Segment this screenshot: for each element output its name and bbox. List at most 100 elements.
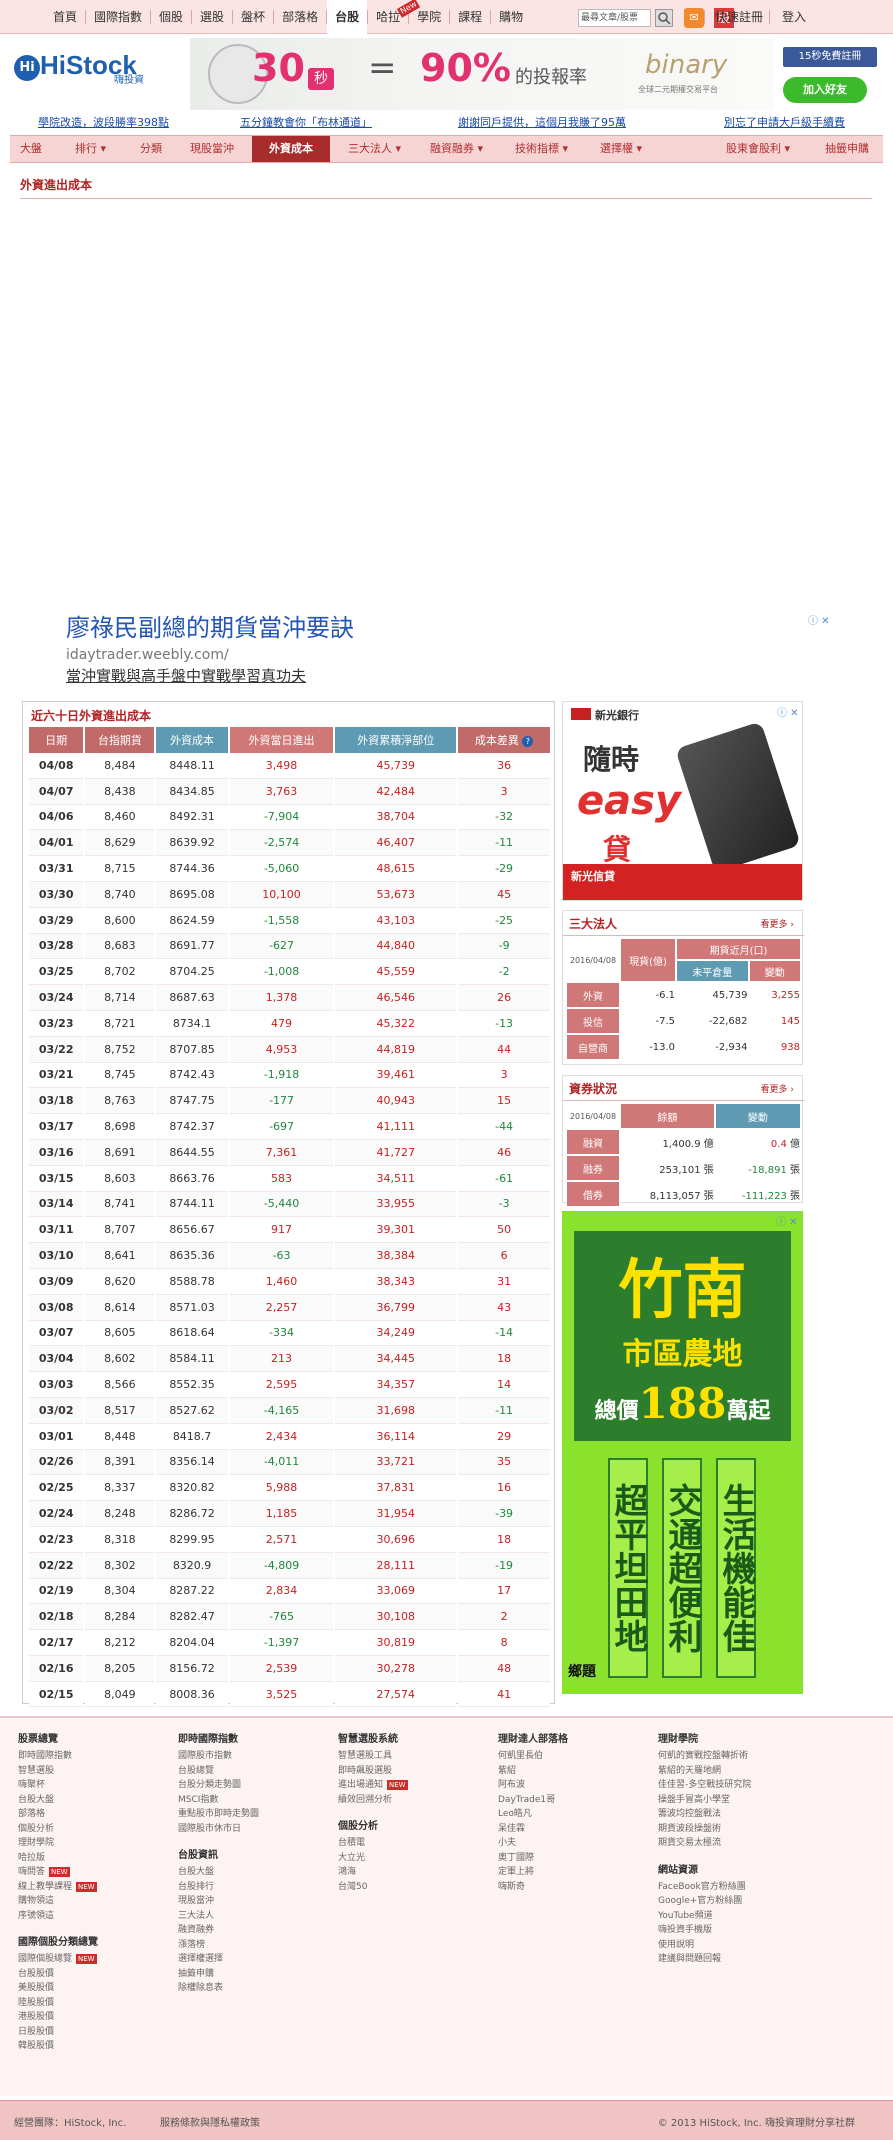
footer-link[interactable]: 使用說明	[658, 1938, 751, 1953]
footer-link[interactable]: FaceBook官方粉絲團	[658, 1880, 751, 1895]
footer-link[interactable]: 美股股價	[18, 1981, 98, 1996]
footer-link[interactable]: 台積電	[338, 1836, 408, 1851]
line-add-friend-button[interactable]: 加入好友	[783, 77, 867, 103]
footer-link[interactable]: 除權除息表	[178, 1981, 259, 1996]
footer-link[interactable]: 何凱里長伯	[498, 1749, 568, 1764]
footer-link[interactable]: 台股大盤	[18, 1793, 98, 1808]
ad-choices-icon[interactable]: ⓘ ✕	[776, 1213, 798, 1228]
footer-link[interactable]: 三大法人	[178, 1909, 259, 1924]
subnav-options[interactable]: 選擇權 ▾	[600, 136, 642, 162]
nav-stock[interactable]: 個股	[151, 0, 191, 34]
headline-link[interactable]: 謝謝同戶提供，這個月我賺了95萬	[458, 114, 626, 130]
footer-link[interactable]: 台股總覽	[178, 1764, 259, 1779]
footer-link[interactable]: 期貨波段操盤術	[658, 1822, 751, 1837]
footer-link[interactable]: 抽籤申購	[178, 1967, 259, 1982]
footer-link[interactable]: 定軍上將	[498, 1865, 568, 1880]
footer-link[interactable]: YouTube頻道	[658, 1909, 751, 1924]
footer-link[interactable]: 國際股市休市日	[178, 1822, 259, 1837]
login-link[interactable]: 登入	[770, 0, 818, 34]
footer-link[interactable]: 鴻海	[338, 1865, 408, 1880]
headline-link[interactable]: 別忘了申請大戶級手續費	[724, 114, 845, 130]
footer-link[interactable]: 台灣50	[338, 1880, 408, 1895]
footer-link[interactable]: 台股分類走勢圖	[178, 1778, 259, 1793]
footer-link[interactable]: 即時飆股選股	[338, 1764, 408, 1779]
footer-link[interactable]: 奧丁國際	[498, 1851, 568, 1866]
footer-link[interactable]: 購物領這	[18, 1894, 98, 1909]
footer-link[interactable]: 嗨聚杯	[18, 1778, 98, 1793]
footer-link[interactable]: 佳佳習-多空戰技研究院	[658, 1778, 751, 1793]
footer-link[interactable]: 嗨投資手機版	[658, 1923, 751, 1938]
register-link[interactable]: 快速註冊	[709, 0, 769, 34]
footer-link[interactable]: 國際股市指數	[178, 1749, 259, 1764]
subnav-ranking[interactable]: 排行 ▾	[75, 136, 106, 162]
footer-link[interactable]: 期貨交易太極流	[658, 1836, 751, 1851]
footer-link[interactable]: 理財學院	[18, 1836, 98, 1851]
subnav-category[interactable]: 分類	[140, 136, 162, 162]
footer-link[interactable]: 何凱的實戰控盤轉折術	[658, 1749, 751, 1764]
ad-description[interactable]: 當沖實戰與高手盤中實戰學習真功夫	[66, 665, 354, 686]
footer-link[interactable]: 小夫	[498, 1836, 568, 1851]
real-estate-ad[interactable]: ⓘ ✕ 竹南 市區農地 總價188萬起 超平坦田地 交通超便利 生活機能佳 鄉題	[562, 1211, 803, 1694]
subnav-technical[interactable]: 技術指標 ▾	[515, 136, 568, 162]
footer-link[interactable]: 績效回溯分析	[338, 1793, 408, 1808]
footer-link[interactable]: 部落格	[18, 1807, 98, 1822]
search-input[interactable]: 最尋文章/股票	[578, 9, 651, 27]
nav-screener[interactable]: 選股	[192, 0, 232, 34]
nav-cup[interactable]: 盤杯	[233, 0, 273, 34]
footer-link[interactable]: 融資融券	[178, 1923, 259, 1938]
nav-academy[interactable]: 學院	[409, 0, 449, 34]
footer-link[interactable]: 選擇權選擇	[178, 1952, 259, 1967]
footer-link[interactable]: 智慧選股	[18, 1764, 98, 1779]
terms-link[interactable]: 服務條款與隱私權政策	[160, 2114, 260, 2129]
footer-link[interactable]: 智慧選股工具	[338, 1749, 408, 1764]
footer-link[interactable]: 現股當沖	[178, 1894, 259, 1909]
footer-link[interactable]: 進出場通知 NEW	[338, 1778, 408, 1793]
site-logo[interactable]: Hi HiStock 嗨投資	[14, 47, 164, 97]
nav-home[interactable]: 首頁	[45, 0, 85, 34]
search-icon[interactable]	[655, 9, 673, 27]
subnav-margin[interactable]: 融資融券 ▾	[430, 136, 483, 162]
institutional-more-link[interactable]: 看更多 ›	[761, 917, 794, 930]
footer-link[interactable]: 陸股股價	[18, 1996, 98, 2011]
footer-link[interactable]: 線上教學課程 NEW	[18, 1880, 98, 1895]
footer-link[interactable]: 紫紹的天羅地網	[658, 1764, 751, 1779]
footer-link[interactable]: 港股股價	[18, 2010, 98, 2025]
footer-link[interactable]: 台股排行	[178, 1880, 259, 1895]
nav-shop[interactable]: 購物	[491, 0, 531, 34]
subnav-foreign-cost[interactable]: 外資成本	[252, 136, 330, 162]
footer-link[interactable]: Google+官方粉絲團	[658, 1894, 751, 1909]
help-icon[interactable]: ?	[522, 736, 534, 747]
footer-link[interactable]: 呆佳霖	[498, 1822, 568, 1837]
text-ad[interactable]: 廖祿民副總的期貨當沖要訣 idaytrader.weebly.com/ 當沖實戰…	[66, 608, 354, 686]
footer-link[interactable]: 建議與問題回報	[658, 1952, 751, 1967]
footer-link[interactable]: 漲落榜	[178, 1938, 259, 1953]
footer-link[interactable]: 重點股市即時走勢圖	[178, 1807, 259, 1822]
footer-link[interactable]: 嗨問答 NEW	[18, 1865, 98, 1880]
facebook-register-button[interactable]: 15秒免費註冊	[783, 47, 877, 67]
footer-link[interactable]: 台股股價	[18, 1967, 98, 1982]
footer-link[interactable]: 籌波均控盤戰法	[658, 1807, 751, 1822]
nav-taiwan-stock[interactable]: 台股	[327, 0, 368, 34]
headline-link[interactable]: 學院改造，波段勝率398點	[38, 114, 169, 130]
footer-link[interactable]: 日股股價	[18, 2025, 98, 2040]
footer-link[interactable]: 紫紹	[498, 1764, 568, 1779]
footer-link[interactable]: 序號領這	[18, 1909, 98, 1924]
nav-blog[interactable]: 部落格	[274, 0, 326, 34]
footer-link[interactable]: DayTrade1哥	[498, 1793, 568, 1808]
ad-choices-icon[interactable]: ⓘ ✕	[808, 612, 836, 627]
nav-hala[interactable]: 哈拉 New	[368, 0, 421, 34]
footer-link[interactable]: 即時國際指數	[18, 1749, 98, 1764]
footer-link[interactable]: 操盤手冒高小學堂	[658, 1793, 751, 1808]
ad-choices-icon[interactable]: ⓘ ✕	[777, 704, 799, 719]
subnav-dividend[interactable]: 股東會股利 ▾	[726, 136, 790, 162]
footer-link[interactable]: MSCI指數	[178, 1793, 259, 1808]
bank-ad[interactable]: 新光銀行 ⓘ ✕ 隨時 easy 貸 新光信貸	[562, 701, 803, 901]
subnav-institutional[interactable]: 三大法人 ▾	[348, 136, 401, 162]
footer-link[interactable]: Leo皓凡	[498, 1807, 568, 1822]
margin-more-link[interactable]: 看更多 ›	[761, 1082, 794, 1095]
headline-link[interactable]: 五分鐘教會你「布林通道」	[240, 114, 372, 130]
footer-link[interactable]: 嗨斯奇	[498, 1880, 568, 1895]
binary-ad-banner[interactable]: 30 秒 = 90% 的投報率 binary 全球二元期權交易平台	[190, 38, 773, 110]
ad-headline[interactable]: 廖祿民副總的期貨當沖要訣	[66, 608, 354, 643]
footer-link[interactable]: 哈拉版	[18, 1851, 98, 1866]
